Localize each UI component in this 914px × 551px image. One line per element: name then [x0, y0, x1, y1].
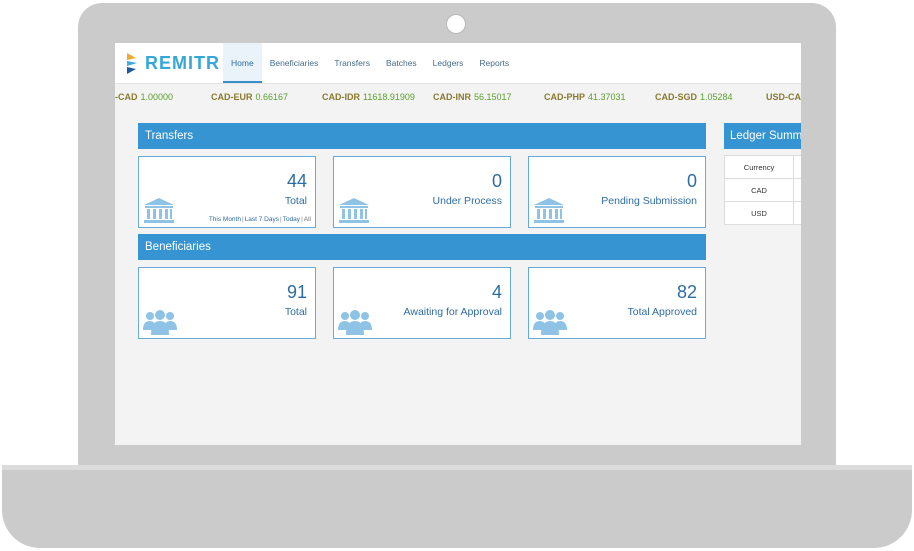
- nav-transfers[interactable]: Transfers: [326, 43, 378, 83]
- bank-icon: [338, 197, 370, 230]
- table-row: CAD: [724, 178, 801, 202]
- card-label: Total: [284, 195, 307, 207]
- rate-item: CAD-PHP 41.37031: [544, 92, 626, 102]
- laptop-base: [2, 470, 912, 548]
- rate-pair: CAD-SGD: [655, 92, 697, 102]
- ledger-summary-header: Ledger Summa: [724, 123, 801, 149]
- table-row: USD: [724, 201, 801, 225]
- card-count: 0: [686, 171, 697, 191]
- rate-value: 11618.91909: [363, 92, 415, 102]
- beneficiaries-section-header: Beneficiaries: [138, 234, 706, 260]
- card-count: 4: [491, 282, 502, 302]
- filter-separator: |: [301, 216, 303, 223]
- nav-ledgers[interactable]: Ledgers: [425, 43, 472, 83]
- rate-pair: -CAD: [115, 92, 138, 102]
- rate-item: -CAD 1.00000: [115, 92, 173, 102]
- rate-item: CAD-IDR 11618.91909: [322, 92, 415, 102]
- rate-value: 41.37031: [588, 92, 626, 102]
- ledger-cell: [793, 178, 801, 202]
- transfer-period-filters: This Month|Last 7 Days|Today|All: [209, 216, 311, 223]
- rate-pair: CAD-PHP: [544, 92, 586, 102]
- rate-item: CAD-EUR 0.66167: [211, 92, 288, 102]
- card-count: 44: [286, 171, 307, 191]
- card-label: Under Process: [432, 195, 502, 207]
- card-count: 91: [286, 282, 307, 302]
- app-screen: REMITR Home Beneficiaries Transfers Batc…: [115, 43, 801, 445]
- users-group-icon: [143, 308, 177, 341]
- table-row: Currency: [724, 155, 801, 179]
- card-label: Total: [284, 306, 307, 318]
- nav-home[interactable]: Home: [223, 43, 262, 83]
- rate-item: USD-CA: [766, 92, 801, 102]
- transfers-under-process-card[interactable]: 0 Under Process: [333, 156, 511, 228]
- card-label: Total Approved: [627, 306, 697, 318]
- card-label: Pending Submission: [601, 195, 697, 207]
- rate-value: 1.00000: [140, 92, 174, 102]
- remitr-logo-icon: [125, 51, 139, 75]
- transfers-pending-submission-card[interactable]: 0 Pending Submission: [528, 156, 706, 228]
- ledger-cell: [793, 155, 801, 179]
- filter-today[interactable]: Today: [283, 216, 300, 223]
- nav-reports[interactable]: Reports: [471, 43, 517, 83]
- rate-pair: USD-CA: [766, 92, 801, 102]
- filter-all[interactable]: All: [304, 216, 311, 223]
- rate-pair: CAD-EUR: [211, 92, 253, 102]
- transfers-section-header: Transfers: [138, 123, 706, 149]
- ledger-cell: [793, 201, 801, 225]
- filter-separator: |: [241, 216, 244, 223]
- users-group-icon: [338, 308, 372, 341]
- beneficiaries-total-approved-card[interactable]: 82 Total Approved: [528, 267, 706, 339]
- top-navbar: REMITR Home Beneficiaries Transfers Batc…: [115, 43, 801, 84]
- app-logo[interactable]: REMITR: [125, 51, 220, 75]
- filter-last-7-days[interactable]: Last 7 Days: [245, 216, 279, 223]
- card-count: 0: [491, 171, 502, 191]
- rate-value: 1.05284: [700, 92, 733, 102]
- rate-value: 0.66167: [255, 92, 289, 102]
- card-label: Awaiting for Approval: [403, 306, 502, 318]
- rate-pair: CAD-IDR: [322, 92, 360, 102]
- rate-item: CAD-SGD 1.05284: [655, 92, 733, 102]
- users-group-icon: [533, 308, 567, 341]
- rate-pair: CAD-INR: [433, 92, 471, 102]
- rate-value: 56.15017: [474, 92, 512, 102]
- beneficiaries-awaiting-approval-card[interactable]: 4 Awaiting for Approval: [333, 267, 511, 339]
- card-count: 82: [676, 282, 697, 302]
- exchange-rate-ticker: -CAD 1.00000 CAD-EUR 0.66167 CAD-IDR 11618.…: [115, 92, 801, 106]
- ledger-currency-cell: USD: [724, 201, 794, 225]
- ledger-currency-header: Currency: [724, 155, 794, 179]
- transfers-total-card[interactable]: 44 Total This Month|Last 7 Days|Today|Al…: [138, 156, 316, 228]
- ledger-summary-table: Currency CAD USD: [724, 155, 801, 225]
- rate-item: CAD-INR 56.15017: [433, 92, 512, 102]
- nav-batches[interactable]: Batches: [378, 43, 425, 83]
- bank-icon: [533, 197, 565, 230]
- bank-icon: [143, 197, 175, 230]
- nav-beneficiaries[interactable]: Beneficiaries: [262, 43, 327, 83]
- main-nav: Home Beneficiaries Transfers Batches Led…: [223, 43, 517, 83]
- laptop-camera: [446, 14, 466, 34]
- ledger-currency-cell: CAD: [724, 178, 794, 202]
- filter-separator: |: [280, 216, 282, 223]
- filter-this-month[interactable]: This Month: [209, 216, 241, 223]
- beneficiaries-total-card[interactable]: 91 Total: [138, 267, 316, 339]
- logo-text: REMITR: [145, 52, 220, 73]
